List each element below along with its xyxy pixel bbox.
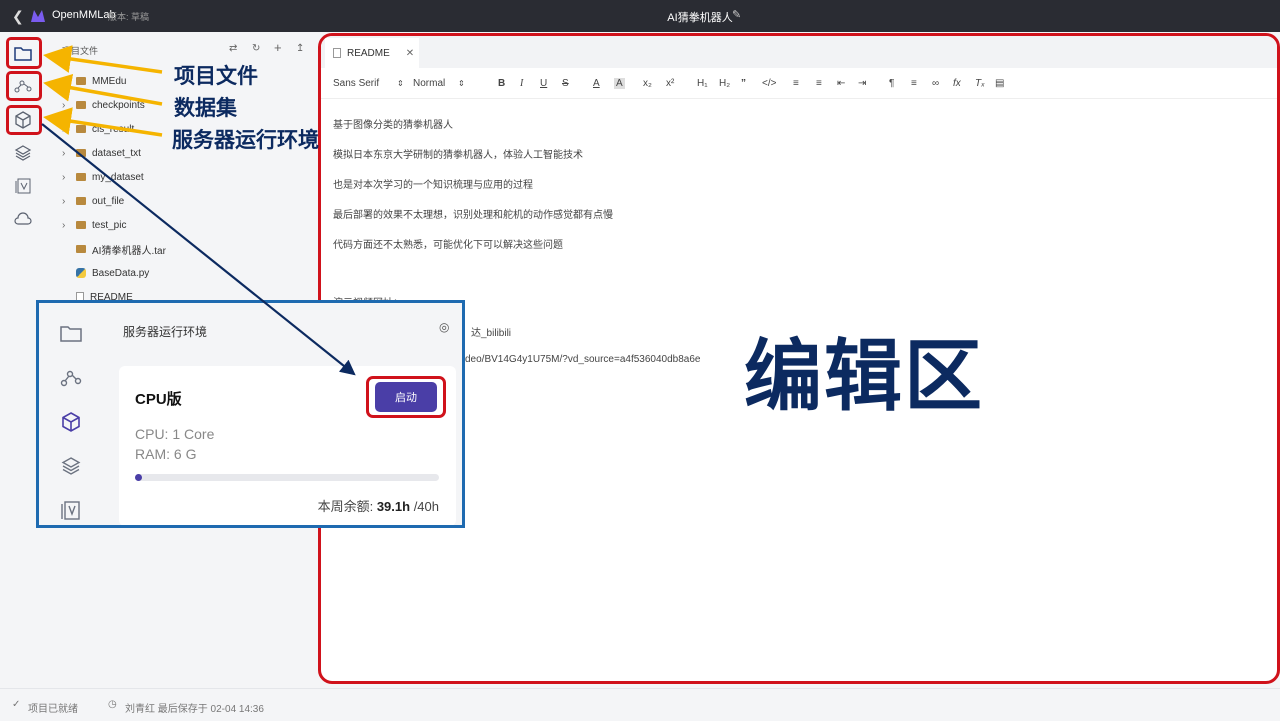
label-server-env: 服务器运行环境 [172,128,319,152]
arrow-to-start [41,123,356,376]
arrow-project-files [43,45,163,74]
label-project-files: 项目文件 [174,64,258,88]
arrow-dataset [43,73,163,106]
arrow-server-env [43,107,163,137]
label-dataset: 数据集 [174,96,237,120]
